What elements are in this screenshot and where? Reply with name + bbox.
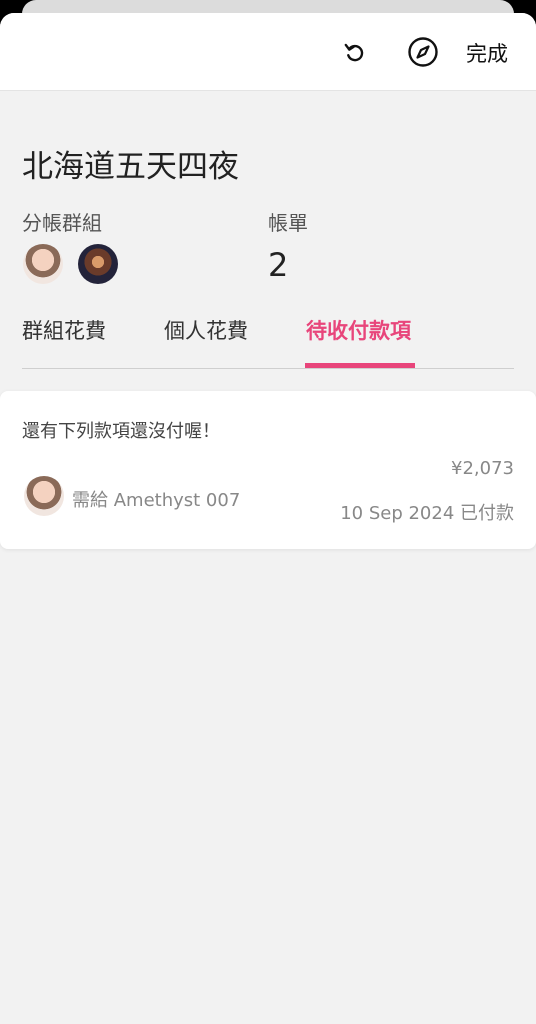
tab-pending-payments[interactable]: 待收付款項: [306, 315, 411, 345]
tab-group-expenses[interactable]: 群組花費: [22, 315, 106, 345]
payment-amount: ¥2,073: [451, 458, 514, 479]
avatar[interactable]: [78, 244, 118, 284]
avatar: [24, 476, 64, 516]
bills-count: 2: [268, 246, 289, 284]
pending-payments-card: 還有下列款項還沒付喔！ 需給 Amethyst 007 ¥2,073 10 Se…: [0, 391, 536, 549]
top-bar: 完成: [0, 13, 536, 91]
compass-icon[interactable]: [406, 35, 440, 69]
done-button[interactable]: 完成: [466, 38, 508, 68]
avatar[interactable]: [23, 244, 63, 284]
trip-sheet: 完成 北海道五天四夜 分帳群組 帳單 2 群組花費 個人花費 待收付款項 還有下…: [0, 13, 536, 1024]
trip-title: 北海道五天四夜: [22, 149, 239, 185]
pending-message: 還有下列款項還沒付喔！: [22, 421, 220, 442]
tab-personal-expenses[interactable]: 個人花費: [164, 315, 248, 345]
active-tab-indicator: [305, 363, 415, 368]
group-label: 分帳群組: [22, 211, 102, 235]
refresh-icon[interactable]: [340, 37, 370, 67]
payment-recipient[interactable]: 需給 Amethyst 007: [72, 486, 240, 512]
tab-divider: [22, 368, 514, 369]
bills-label: 帳單: [268, 211, 308, 235]
payment-status: 10 Sep 2024 已付款: [340, 503, 514, 524]
